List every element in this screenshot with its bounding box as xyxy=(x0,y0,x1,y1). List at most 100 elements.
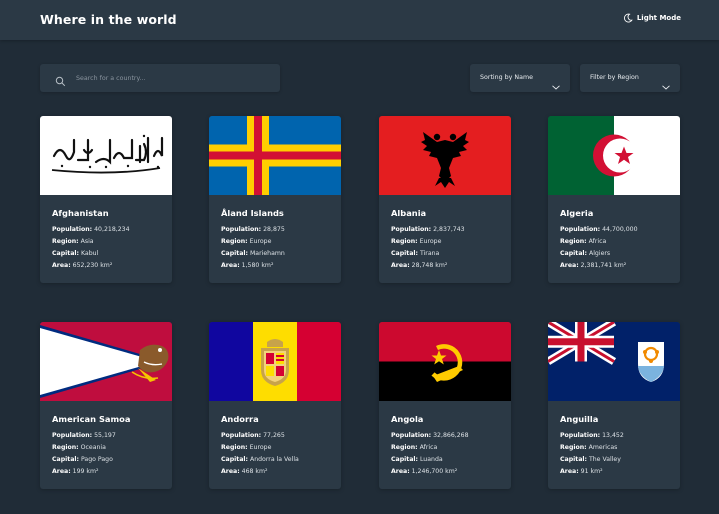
app-title: Where in the world xyxy=(40,12,177,27)
area-value: 1,246,700 km² xyxy=(411,468,458,475)
capital-row: Capital: Andorra la Vella xyxy=(221,456,299,463)
chevron-down-icon xyxy=(552,75,560,94)
area-value: 1,580 km² xyxy=(241,262,274,269)
area-row: Area: 1,246,700 km² xyxy=(391,468,457,475)
population-row: Population: 77,265 xyxy=(221,432,285,439)
capital-label: Capital: xyxy=(52,250,79,257)
country-card-albania[interactable]: Albania Population: 2,837,743 Region: Eu… xyxy=(379,116,511,283)
country-card-angola[interactable]: Angola Population: 32,866,268 Region: Af… xyxy=(379,322,511,489)
region-row: Region: Europe xyxy=(221,444,271,451)
population-value: 2,837,743 xyxy=(433,226,465,233)
area-row: Area: 199 km² xyxy=(52,468,99,475)
app-header: Where in the world Light Mode xyxy=(0,0,719,40)
area-label: Area: xyxy=(221,468,240,475)
region-row: Region: Africa xyxy=(560,238,606,245)
population-label: Population: xyxy=(52,432,93,439)
capital-value: Mariehamn xyxy=(249,250,285,257)
theme-toggle-button[interactable]: Light Mode xyxy=(623,13,681,23)
population-value: 44,700,000 xyxy=(602,226,638,233)
capital-row: Capital: Tirana xyxy=(391,250,439,257)
capital-value: Andorra la Vella xyxy=(249,456,299,463)
chevron-down-icon xyxy=(662,75,670,94)
search-box xyxy=(40,64,280,92)
region-label: Region: xyxy=(221,238,248,245)
search-icon xyxy=(55,72,66,91)
country-name: Anguilla xyxy=(560,414,599,424)
region-label: Region: xyxy=(52,444,79,451)
country-name: American Samoa xyxy=(52,414,131,424)
capital-row: Capital: Luanda xyxy=(391,456,443,463)
country-name: Algeria xyxy=(560,208,594,218)
area-row: Area: 28,748 km² xyxy=(391,262,447,269)
region-row: Region: Asia xyxy=(52,238,94,245)
region-value: Europe xyxy=(249,444,272,451)
capital-label: Capital: xyxy=(391,250,418,257)
population-label: Population: xyxy=(52,226,93,233)
country-name: Angola xyxy=(391,414,424,424)
capital-label: Capital: xyxy=(221,456,248,463)
country-card-anguilla[interactable]: Anguilla Population: 13,452 Region: Amer… xyxy=(548,322,680,489)
region-row: Region: Africa xyxy=(391,444,437,451)
population-row: Population: 44,700,000 xyxy=(560,226,638,233)
moon-icon xyxy=(623,13,633,23)
theme-toggle-label: Light Mode xyxy=(636,14,681,22)
area-row: Area: 468 km² xyxy=(221,468,268,475)
population-value: 40,218,234 xyxy=(94,226,130,233)
population-label: Population: xyxy=(221,226,262,233)
region-value: Europe xyxy=(419,238,442,245)
search-input[interactable] xyxy=(76,64,272,92)
capital-row: Capital: Kabul xyxy=(52,250,98,257)
region-filter-dropdown[interactable]: Filter by Region xyxy=(580,64,680,92)
area-row: Area: 652,230 km² xyxy=(52,262,112,269)
area-label: Area: xyxy=(52,468,71,475)
flag-aland-islands-image xyxy=(209,116,341,195)
region-label: Region: xyxy=(560,444,587,451)
population-row: Population: 32,866,268 xyxy=(391,432,469,439)
capital-label: Capital: xyxy=(391,456,418,463)
flag-anguilla-image xyxy=(548,322,680,401)
population-label: Population: xyxy=(391,432,432,439)
region-row: Region: Europe xyxy=(221,238,271,245)
area-value: 652,230 km² xyxy=(72,262,113,269)
area-row: Area: 91 km² xyxy=(560,468,603,475)
area-label: Area: xyxy=(52,262,71,269)
country-card-andorra[interactable]: Andorra Population: 77,265 Region: Europ… xyxy=(209,322,341,489)
country-card-american-samoa[interactable]: American Samoa Population: 55,197 Region… xyxy=(40,322,172,489)
capital-label: Capital: xyxy=(221,250,248,257)
capital-value: Kabul xyxy=(80,250,99,257)
sort-dropdown-label: Sorting by Name xyxy=(480,74,533,81)
sort-dropdown[interactable]: Sorting by Name xyxy=(470,64,570,92)
region-row: Region: Americas xyxy=(560,444,617,451)
country-card-algeria[interactable]: Algeria Population: 44,700,000 Region: A… xyxy=(548,116,680,283)
country-card-afghanistan[interactable]: Afghanistan Population: 40,218,234 Regio… xyxy=(40,116,172,283)
country-card-aland-islands[interactable]: Åland Islands Population: 28,875 Region:… xyxy=(209,116,341,283)
population-row: Population: 28,875 xyxy=(221,226,285,233)
area-label: Area: xyxy=(391,262,410,269)
region-label: Region: xyxy=(221,444,248,451)
country-name: Andorra xyxy=(221,414,259,424)
country-name: Albania xyxy=(391,208,427,218)
area-value: 199 km² xyxy=(72,468,99,475)
population-value: 32,866,268 xyxy=(433,432,469,439)
region-value: Africa xyxy=(419,444,438,451)
region-value: Africa xyxy=(588,238,607,245)
region-value: Americas xyxy=(588,444,618,451)
region-filter-label: Filter by Region xyxy=(590,74,639,81)
region-label: Region: xyxy=(391,238,418,245)
population-label: Population: xyxy=(221,432,262,439)
flag-algeria-image xyxy=(548,116,680,195)
flag-american-samoa-image xyxy=(40,322,172,401)
area-label: Area: xyxy=(560,262,579,269)
population-label: Population: xyxy=(391,226,432,233)
region-label: Region: xyxy=(52,238,79,245)
population-value: 77,265 xyxy=(263,432,285,439)
population-value: 28,875 xyxy=(263,226,285,233)
area-label: Area: xyxy=(221,262,240,269)
capital-value: Tirana xyxy=(419,250,440,257)
region-label: Region: xyxy=(391,444,418,451)
capital-row: Capital: Pago Pago xyxy=(52,456,113,463)
capital-value: Algiers xyxy=(588,250,611,257)
region-value: Oceania xyxy=(80,444,106,451)
population-row: Population: 2,837,743 xyxy=(391,226,465,233)
area-value: 91 km² xyxy=(580,468,603,475)
